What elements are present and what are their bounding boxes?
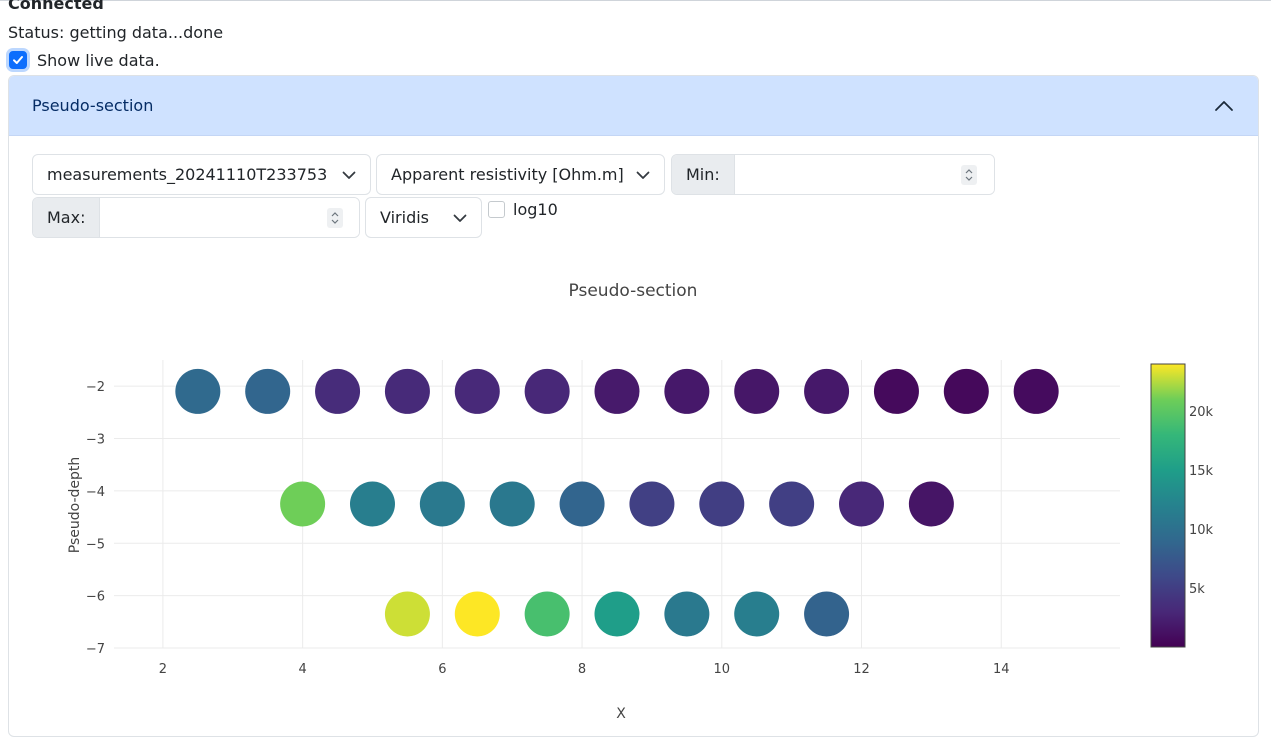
data-point[interactable] [734,591,780,637]
data-point[interactable] [315,368,361,414]
chevron-down-icon [453,214,467,222]
colormap-select[interactable]: Viridis [365,197,482,238]
data-point[interactable] [804,591,850,637]
colorbar-tick-label: 10k [1189,523,1214,538]
chart-title: Pseudo-section [569,281,698,301]
log10-label: log10 [513,200,558,219]
data-point[interactable] [699,481,745,527]
chevron-down-icon [342,171,356,179]
y-tick-label: −5 [86,537,105,552]
top-divider [0,0,1271,1]
min-input[interactable] [734,155,994,194]
x-tick-label: 4 [298,662,306,677]
data-point[interactable] [734,368,780,414]
data-point[interactable] [419,481,465,527]
data-point[interactable] [943,368,989,414]
quantity-select[interactable]: Apparent resistivity [Ohm.m] [376,154,665,195]
x-tick-label: 14 [993,662,1010,677]
show-live-data-row[interactable]: Show live data. [8,49,160,71]
x-tick-label: 12 [853,662,870,677]
y-tick-label: −7 [86,642,105,657]
y-tick-label: −4 [86,485,105,500]
quantity-select-value: Apparent resistivity [Ohm.m] [391,165,624,184]
data-point[interactable] [1013,368,1059,414]
data-point[interactable] [664,368,710,414]
data-point[interactable] [384,591,430,637]
colorbar-ticks: 5k 10k 15k 20k [1189,405,1214,597]
data-point[interactable] [908,481,954,527]
data-point[interactable] [873,368,919,414]
data-point[interactable] [245,368,291,414]
max-input[interactable] [100,198,359,237]
min-label: Min: [672,155,735,194]
x-tick-label: 6 [438,662,446,677]
chevron-down-icon [636,171,650,179]
dataset-select[interactable]: measurements_20241110T233753 [32,154,371,195]
data-point[interactable] [454,591,500,637]
accordion-header[interactable]: Pseudo-section [9,76,1258,136]
data-point[interactable] [175,368,221,414]
colorbar-tick-label: 5k [1189,582,1205,597]
log10-checkbox[interactable] [488,201,505,218]
spinner-arrows-icon [965,169,973,181]
x-tick-label: 2 [159,662,167,677]
max-label: Max: [33,198,101,237]
max-spinner[interactable] [327,208,343,228]
data-point[interactable] [594,591,640,637]
data-point[interactable] [280,481,326,527]
data-point[interactable] [559,481,605,527]
data-point[interactable] [454,368,500,414]
min-input-group: Min: [671,154,995,195]
data-point[interactable] [769,481,815,527]
x-tick-label: 8 [578,662,586,677]
y-tick-label: −2 [86,380,105,395]
max-input-group: Max: [32,197,360,238]
data-point[interactable] [384,368,430,414]
data-point[interactable] [664,591,710,637]
colorbar-tick-label: 20k [1189,405,1214,420]
y-axis-label: Pseudo-depth [67,457,83,554]
data-point[interactable] [839,481,885,527]
data-point[interactable] [489,481,535,527]
data-point[interactable] [594,368,640,414]
checkmark-icon [13,56,23,64]
chevron-up-icon[interactable] [1214,96,1234,116]
pseudo-section-chart: Pseudo-section 2 4 6 8 10 12 14−2−3−4−5−6−7 X … [67,281,1214,720]
status-text: Status: getting data...done [8,23,224,42]
y-tick-label: −3 [86,433,105,448]
x-axis-label: X [616,706,626,720]
data-point[interactable] [524,368,570,414]
chart-points [175,368,1059,637]
colorbar [1150,363,1186,648]
show-live-data-checkbox[interactable] [9,51,27,69]
dataset-select-value: measurements_20241110T233753 [47,165,328,184]
data-point[interactable] [629,481,675,527]
data-point[interactable] [349,481,395,527]
data-point[interactable] [804,368,850,414]
spinner-arrows-icon [331,212,339,224]
min-spinner[interactable] [961,165,977,185]
accordion-title: Pseudo-section [32,96,154,115]
show-live-data-label: Show live data. [37,50,160,70]
data-point[interactable] [524,591,570,637]
x-tick-label: 10 [714,662,731,677]
colormap-select-value: Viridis [380,208,429,227]
colorbar-tick-label: 15k [1189,464,1214,479]
connection-title: Connected [8,0,104,13]
y-tick-label: −6 [86,590,105,605]
